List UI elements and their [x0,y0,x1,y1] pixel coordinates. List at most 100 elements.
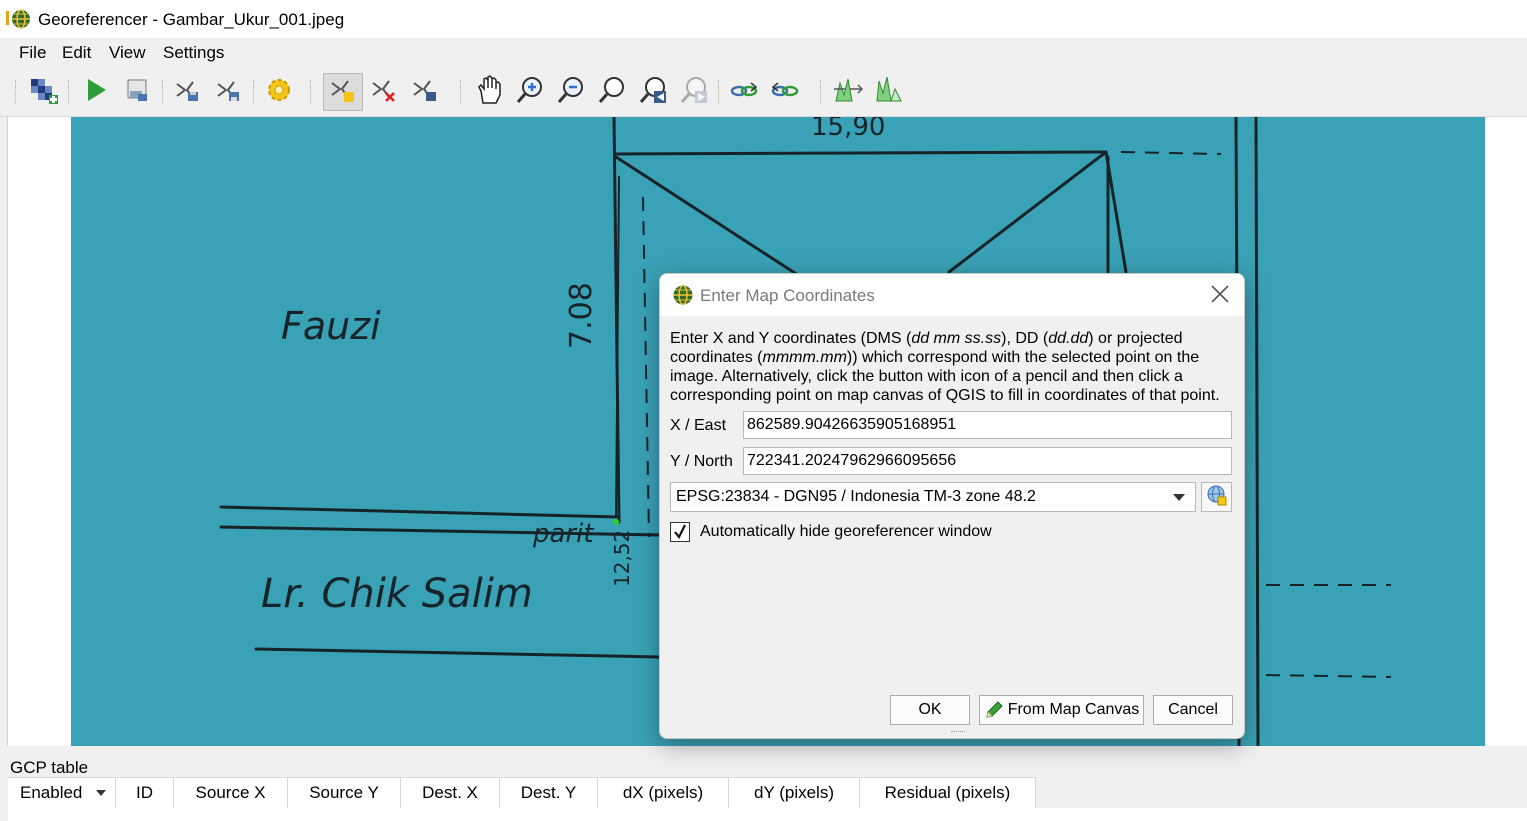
start-georeferencing-icon [82,76,110,109]
column-dest-x[interactable]: Dest. X [401,778,500,808]
zoom-in-icon [515,75,545,110]
chevron-down-icon [1173,494,1185,501]
enter-map-coordinates-dialog: Enter Map Coordinates Enter X and Y coor… [659,273,1245,739]
zoom-last-button[interactable] [636,75,670,109]
zoom-to-layer-button[interactable] [595,75,629,109]
column-enabled[interactable]: Enabled [8,778,116,808]
column-id[interactable]: ID [116,778,174,808]
save-gcp-points-icon [214,76,242,109]
save-gcp-points-button[interactable] [211,75,245,109]
toolbar-handle[interactable] [15,80,18,104]
gcp-table-body [8,808,1527,821]
open-raster-button[interactable] [27,75,61,109]
start-georeferencing-button[interactable] [79,75,113,109]
full-histogram-stretch-button[interactable] [831,75,865,109]
link-georeferencer-to-qgis-button[interactable] [727,75,761,109]
dialog-titlebar: Enter Map Coordinates [660,274,1244,316]
auto-hide-label: Automatically hide georeferencer window [700,523,992,540]
menu-file[interactable]: File [19,43,46,63]
link-georeferencer-to-qgis-icon [729,75,759,110]
sketch-label-fauzi: Fauzi [281,304,381,348]
window-titlebar: Georeferencer - Gambar_Ukur_001.jpeg [0,0,1527,38]
dialog-description: Enter X and Y coordinates (DMS (dd mm ss… [670,330,1220,404]
sketch-measure-top: 15,90 [811,117,885,142]
link-qgis-to-georeferencer-icon [770,75,800,110]
zoom-in-button[interactable] [513,75,547,109]
add-point-button[interactable] [323,73,363,111]
load-gcp-points-button[interactable] [170,75,204,109]
menu-view[interactable]: View [109,43,146,63]
crs-value: EPSG:23834 - DGN95 / Indonesia TM-3 zone… [676,488,1036,505]
sketch-measure-bottom: 12,52 [610,530,634,587]
menu-edit[interactable]: Edit [62,43,91,63]
from-map-canvas-label: From Map Canvas [1007,701,1140,718]
column-dest-y[interactable]: Dest. Y [500,778,598,808]
y-north-input[interactable]: 722341.20247962966095656 [743,447,1232,475]
toolbar-separator [820,80,823,104]
open-raster-icon [29,75,59,110]
toolbar-separator [162,80,165,104]
delete-point-icon [370,76,398,109]
local-histogram-stretch-button[interactable] [872,75,906,109]
close-icon [1208,285,1232,310]
canvas-background [1485,117,1527,746]
auto-hide-checkbox[interactable] [670,522,690,542]
generate-gdal-script-icon [123,76,151,109]
select-crs-button[interactable] [1201,482,1232,512]
add-point-icon [329,76,357,109]
gcp-table-panel: GCP table Enabled ID Source X Source Y D… [0,746,1527,821]
dialog-title: Enter Map Coordinates [700,286,875,305]
pencil-icon [984,700,1004,720]
menu-bar: File Edit View Settings [0,38,1527,68]
from-map-canvas-button[interactable]: From Map Canvas [979,695,1144,725]
sketch-label-street: Lr. Chik Salim [261,571,533,617]
qgis-globe-icon [6,8,32,35]
window-title: Georeferencer - Gambar_Ukur_001.jpeg [38,10,345,29]
column-label: Enabled [20,783,83,802]
toolbar-separator [718,80,721,104]
toolbar-separator [310,80,313,104]
zoom-last-icon [638,75,668,110]
close-button[interactable] [1208,282,1232,306]
move-gcp-point-icon [411,76,439,109]
column-dy[interactable]: dY (pixels) [729,778,860,808]
gcp-table-header: Enabled ID Source X Source Y Dest. X Des… [8,777,1036,809]
column-source-x[interactable]: Source X [174,778,288,808]
pan-icon [475,74,503,110]
zoom-out-button[interactable] [554,75,588,109]
ok-button[interactable]: OK [890,695,970,725]
transformation-settings-icon [264,75,294,110]
gcp-marker[interactable] [613,519,619,525]
toolbar-separator [68,80,71,104]
menu-settings[interactable]: Settings [163,43,224,63]
pan-button[interactable] [472,74,506,110]
column-source-y[interactable]: Source Y [288,778,401,808]
cancel-button[interactable]: Cancel [1153,695,1233,725]
canvas-background [8,117,71,746]
local-histogram-stretch-icon [873,75,905,110]
zoom-to-layer-icon [597,75,627,110]
projection-globe-icon [1206,484,1228,511]
zoom-next-icon [679,75,709,110]
delete-point-button[interactable] [367,75,401,109]
toolbar-separator [253,80,256,104]
column-residual[interactable]: Residual (pixels) [860,778,1036,808]
qgis-globe-icon [672,284,694,311]
link-qgis-to-georeferencer-button[interactable] [768,75,802,109]
column-dx[interactable]: dX (pixels) [598,778,729,808]
zoom-next-button[interactable] [677,75,711,109]
sketch-measure-side: 7.08 [564,282,599,349]
x-east-input[interactable]: 862589.90426635905168951 [743,411,1232,439]
resize-grip[interactable] [951,731,965,736]
load-gcp-points-icon [173,76,201,109]
left-dock-strip [0,117,8,747]
move-gcp-point-button[interactable] [408,75,442,109]
sketch-label-parit: parit [532,519,594,549]
sort-indicator-icon [96,790,106,796]
x-east-label: X / East [670,417,727,434]
transformation-settings-button[interactable] [262,75,296,109]
gcp-table-title: GCP table [10,758,89,777]
generate-gdal-script-button[interactable] [120,75,154,109]
full-histogram-stretch-icon [832,75,864,110]
crs-select[interactable]: EPSG:23834 - DGN95 / Indonesia TM-3 zone… [670,482,1196,512]
